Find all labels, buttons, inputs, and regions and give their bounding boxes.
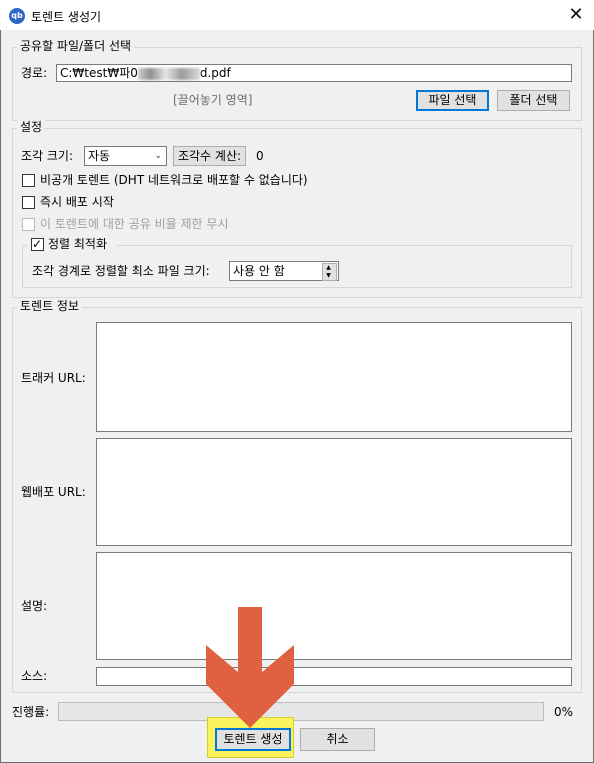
piece-size-label: 조각 크기: [21,149,74,163]
optimize-alignment-label[interactable]: 정렬 최적화 [48,236,107,252]
progress-bar [58,702,544,721]
spin-down-icon[interactable]: ▼ [323,272,334,279]
min-file-size-spinbox[interactable]: 사용 안 함 ▲ ▼ [229,261,339,281]
calculate-pieces-button[interactable]: 조각수 계산: [173,146,246,166]
chevron-down-icon: ⌄ [154,151,162,161]
piece-count: 0 [256,149,264,163]
comment-textarea[interactable] [96,552,572,660]
tracker-url-label: 트래커 URL: [21,371,86,385]
path-redacted [137,67,200,80]
path-label: 경로: [21,66,48,80]
path-prefix: C:₩test₩파0 [60,66,138,80]
comment-label: 설명: [21,599,48,613]
webseed-url-label: 웹배포 URL: [21,485,86,499]
select-folder-button[interactable]: 폴더 선택 [497,90,570,111]
settings-group-title: 설정 [17,120,46,134]
source-label: 소스: [21,669,48,683]
path-input[interactable]: C:₩test₩파0 d.pdf [56,64,572,82]
optimize-alignment-checkbox[interactable] [31,237,44,251]
close-button[interactable]: ✕ [562,2,590,28]
create-torrent-button[interactable]: 토렌트 생성 [215,728,291,751]
source-group-title: 공유할 파일/폴더 선택 [17,39,135,53]
select-file-button[interactable]: 파일 선택 [416,90,489,111]
private-torrent-label[interactable]: 비공개 토렌트 (DHT 네트워크로 배포할 수 없습니다) [40,172,308,188]
spin-buttons[interactable]: ▲ ▼ [322,263,337,281]
webseed-url-textarea[interactable] [96,438,572,546]
qbittorrent-icon: qb [9,8,25,24]
start-seeding-label[interactable]: 즉시 배포 시작 [40,194,114,210]
min-file-size-label: 조각 경계로 정렬할 최소 파일 크기: [32,264,210,278]
title-bar: qb 토렌트 생성기 ✕ [0,0,594,30]
spin-up-icon[interactable]: ▲ [323,264,334,271]
torrent-info-group-title: 토렌트 정보 [17,299,83,313]
start-seeding-checkbox[interactable] [22,196,35,209]
min-file-size-value: 사용 안 함 [233,264,285,278]
cancel-button[interactable]: 취소 [300,728,375,751]
source-input[interactable] [96,667,572,686]
window-title: 토렌트 생성기 [31,10,102,24]
tracker-url-textarea[interactable] [96,322,572,432]
private-torrent-checkbox[interactable] [22,174,35,187]
ignore-ratio-checkbox[interactable] [22,218,35,231]
ignore-ratio-label[interactable]: 이 토렌트에 대한 공유 비율 제한 무시 [40,216,229,232]
progress-percent: 0% [554,705,574,719]
piece-size-select[interactable]: 자동 ⌄ [84,146,167,166]
progress-label: 진행률: [12,705,50,719]
path-suffix: d.pdf [199,66,231,80]
piece-size-value: 자동 [88,149,111,163]
drop-zone-label[interactable]: [끌어놓기 영역] [173,92,252,108]
